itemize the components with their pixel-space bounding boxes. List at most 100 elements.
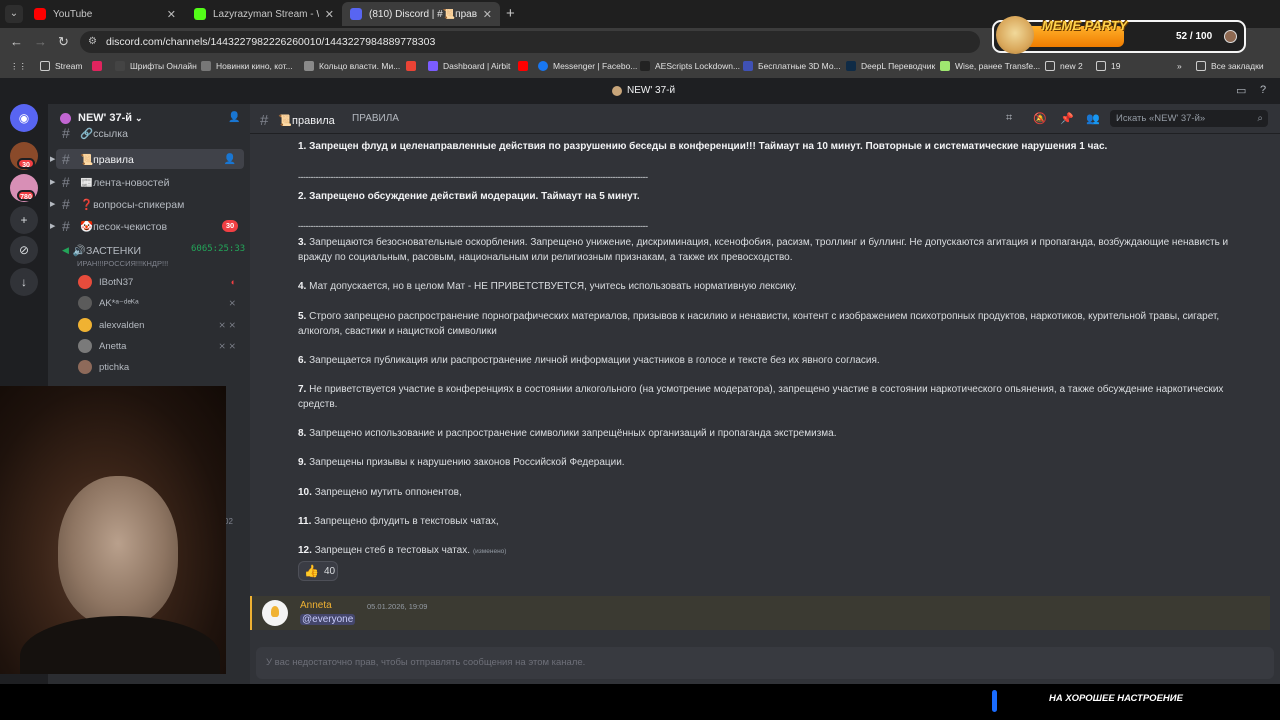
rule-number: 12. [298, 545, 312, 556]
tab-search-button[interactable]: ⌄ [5, 5, 23, 23]
channel-rules[interactable]: ▶ # 📜правила 👤 [50, 149, 244, 169]
everyone-mention[interactable]: @everyone [300, 614, 356, 625]
bookmark-item[interactable]: Messenger | Facebo... [538, 61, 637, 71]
notifications-icon[interactable]: 🔕 [1033, 112, 1047, 125]
bookmark-item[interactable]: AEScripts Lockdown... [640, 61, 740, 71]
server-icon [60, 112, 71, 124]
bookmark-item[interactable]: Кольцо власти. Ми... [304, 61, 400, 71]
reaction-thumbs-up[interactable]: 👍 40 [298, 561, 338, 581]
bookmark-item[interactable]: Шрифты Онлайн [115, 61, 197, 71]
add-server-icon[interactable]: + [10, 206, 38, 234]
thumbs-up-icon: 👍 [304, 564, 319, 578]
inbox-icon[interactable]: ▭ [1236, 84, 1246, 97]
bookmark-label: Новинки кино, кот... [216, 61, 293, 71]
site-settings-icon[interactable]: ⚙ [88, 31, 97, 53]
bookmark-item[interactable] [92, 61, 107, 71]
add-member-icon[interactable]: 👤 [224, 154, 236, 165]
download-icon[interactable]: ↓ [10, 268, 38, 296]
bookmark-item[interactable]: new 2 [1045, 61, 1083, 71]
discover-icon[interactable]: ⊘ [10, 236, 38, 264]
message-item[interactable]: Anneta 05.01.2026, 19:09 @everyone [250, 596, 1270, 630]
chevron-right-icon: ▶ [50, 201, 56, 208]
3d-models-icon [743, 61, 753, 71]
live-icon: ◐ [230, 277, 236, 287]
channel-questions[interactable]: ▶ # ❓вопросы-спикерам [50, 194, 244, 214]
hash-icon: # [62, 196, 70, 212]
bookmark-item[interactable]: Бесплатные 3D Мо... [743, 61, 841, 71]
rule-item: 5. Строго запрещено распространение порн… [298, 309, 1248, 339]
bookmark-label: Кольцо власти. Ми... [319, 61, 401, 71]
bookmark-item[interactable]: 19 [1096, 61, 1120, 71]
browser-tab-discord[interactable]: (810) Discord | #📜правила | N ✕ [342, 2, 500, 26]
invite-icon[interactable]: 👤 [228, 112, 240, 123]
url-text: discord.com/channels/1443227982226260010… [106, 36, 436, 48]
new-tab-button[interactable]: + [506, 5, 515, 22]
message-author[interactable]: Anneta [300, 600, 332, 611]
channel-sandbox[interactable]: ▶ # 🤡песок-чекистов 30 [50, 216, 244, 236]
browser-tab-kick[interactable]: Lazyrazyman Stream - Watc ✕ [186, 2, 342, 26]
youtube-icon [34, 8, 46, 20]
rule-text: Запрещен флуд и целенаправленные действи… [309, 141, 1108, 152]
rule-item: 8. Запрещено использование и распростран… [298, 426, 1248, 441]
rule-number: 4. [298, 281, 307, 292]
discord-icon [350, 8, 362, 20]
edited-label: (изменено) [473, 548, 507, 555]
voice-channel[interactable]: ◀ 🔊ЗАСТЕНКИ [62, 244, 141, 257]
channel-label: ❓вопросы-спикерам [80, 198, 185, 211]
voice-user-name: alexvalden [99, 319, 145, 331]
rule-text: Запрещаются безосновательные оскорбления… [298, 237, 1229, 263]
avatar [78, 296, 92, 310]
rule-item: 4. Мат допускается, но в целом Мат - НЕ … [298, 279, 1248, 294]
voice-user[interactable]: AK*ᵃ⁻ᵈᵉᴷᵃ ⨯ [78, 294, 240, 312]
bookmark-label: Wise, ранее Transfe... [955, 61, 1041, 71]
bookmark-favicon-icon [304, 61, 314, 71]
voice-user-name: Anetta [99, 340, 127, 352]
bookmark-item[interactable]: DeepL Переводчик [846, 61, 935, 71]
help-icon[interactable]: ? [1260, 84, 1266, 96]
bookmark-item[interactable]: Stream [40, 61, 82, 71]
forward-icon[interactable]: → [34, 34, 47, 49]
close-tab-icon[interactable]: ✕ [167, 8, 176, 21]
bookmark-item[interactable]: Dashboard | Airbit [428, 61, 510, 71]
voice-user[interactable]: ptichka [78, 358, 240, 376]
pin-icon[interactable]: 📌 [1060, 112, 1074, 125]
back-icon[interactable]: ← [10, 34, 23, 49]
rule-item: 9. Запрещены призывы к нарушению законов… [298, 455, 1248, 470]
bookmark-label: new 2 [1060, 61, 1083, 71]
threads-icon[interactable]: ⌗ [1006, 112, 1012, 125]
voice-user[interactable]: alexvalden ⨯ ⨯ [78, 316, 240, 334]
apps-icon[interactable]: ⋮⋮ [10, 61, 27, 72]
server-header[interactable]: NEW' 37-й ⌄ [60, 112, 143, 124]
window-title: NEW' 37-й [612, 85, 675, 96]
rule-text: Запрещено мутить оппонентов, [314, 487, 462, 498]
close-tab-icon[interactable]: ✕ [325, 8, 334, 21]
rule-text: Запрещается публикация или распространен… [309, 355, 880, 366]
message-timestamp: 05.01.2026, 19:09 [367, 602, 428, 611]
bookmark-label: Dashboard | Airbit [443, 61, 511, 71]
avatar[interactable] [262, 600, 288, 626]
more-bookmarks-button[interactable]: » [1177, 61, 1182, 71]
bookmark-item[interactable]: Все закладки [1196, 61, 1264, 71]
browser-tab-youtube[interactable]: YouTube ✕ [26, 2, 184, 26]
search-input[interactable]: Искать «NEW' 37-й» ⌕ [1110, 110, 1268, 127]
bookmark-item[interactable] [406, 61, 421, 71]
member-list-icon[interactable]: 👥 [1086, 112, 1100, 125]
rule-item: 12. Запрещен стеб в тестовых чатах. (изме… [298, 543, 1248, 559]
reload-icon[interactable]: ↻ [58, 34, 69, 50]
voice-user[interactable]: IBotN37 ◐ [78, 273, 240, 291]
streamer-shirt [20, 616, 220, 674]
bookmark-item[interactable]: Wise, ранее Transfe... [940, 61, 1040, 71]
rule-item: 10. Запрещено мутить оппонентов, [298, 485, 1248, 500]
bookmark-item[interactable] [518, 61, 533, 71]
discord-home-icon[interactable]: ◉ [10, 104, 38, 132]
channel-news[interactable]: ▶ # 📰лента-новостей [50, 172, 244, 192]
voice-user[interactable]: Anetta ⨯ ⨯ [78, 337, 240, 355]
discord-title-bar: NEW' 37-й ▭ ? [0, 78, 1280, 104]
hash-icon: # [62, 126, 70, 140]
channel-link[interactable]: ▶#🔗ссылка [56, 126, 244, 140]
bookmark-item[interactable]: Новинки кино, кот... [201, 61, 293, 71]
close-tab-icon[interactable]: ✕ [483, 8, 492, 21]
server-icon [612, 85, 622, 96]
url-bar[interactable]: ⚙ discord.com/channels/14432279822262600… [80, 31, 980, 53]
bookmark-label: DeepL Переводчик [861, 61, 936, 71]
